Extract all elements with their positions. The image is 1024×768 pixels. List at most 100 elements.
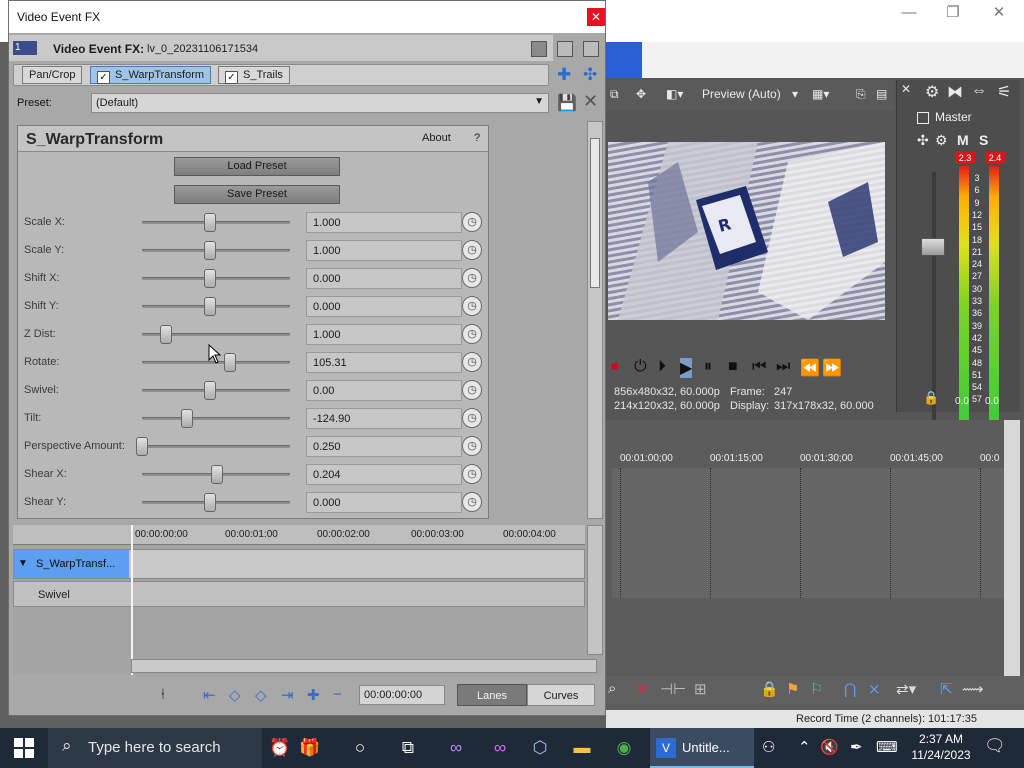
first-keyframe-icon[interactable]: ⇤ [203, 686, 216, 704]
region-icon[interactable]: ⚐ [810, 680, 823, 698]
search-icon[interactable]: ⌕ [608, 680, 616, 697]
close-button[interactable]: ✕ [976, 2, 1022, 24]
notification-icon[interactable]: 🗨 [984, 736, 1006, 756]
pen-icon[interactable]: ✒ [850, 738, 863, 756]
timeline-ruler[interactable]: 00:01:00;00 00:01:15;00 00:01:30;00 00:0… [612, 450, 1004, 468]
param-slider-knob[interactable] [204, 381, 216, 400]
prev-keyframe-icon[interactable]: ◇ [229, 686, 241, 704]
param-slider-knob[interactable] [180, 409, 193, 428]
edit-tool-icon[interactable]: ⇱ [940, 680, 953, 698]
param-value-field[interactable]: -124.90 [306, 408, 462, 429]
keyframe-ruler[interactable]: 00:00:00:00 00:00:01:00 00:00:02:00 00:0… [13, 525, 585, 545]
param-slider-track[interactable] [142, 305, 290, 308]
param-slider-knob[interactable] [204, 493, 216, 512]
keyboard-icon[interactable]: ⌨ [876, 738, 898, 756]
play-icon[interactable]: ▶ [680, 358, 693, 378]
param-slider-track[interactable] [142, 389, 290, 392]
animate-toggle-icon[interactable]: ◷ [462, 324, 482, 344]
start-button[interactable] [14, 738, 34, 758]
param-value-field[interactable]: 0.250 [306, 436, 462, 457]
marker-icon[interactable]: ⚑ [786, 680, 799, 698]
infinity-app-2-icon[interactable]: ∞ [488, 736, 512, 760]
last-keyframe-icon[interactable]: ⇥ [281, 686, 294, 704]
param-value-field[interactable]: 0.00 [306, 380, 462, 401]
chain-item-trails[interactable]: ✓ S_Trails [218, 66, 290, 84]
animate-toggle-icon[interactable]: ◷ [462, 212, 482, 232]
narrow-icon[interactable]: ⧓ [947, 82, 963, 102]
animate-toggle-icon[interactable]: ◷ [462, 380, 482, 400]
param-value-field[interactable]: 0.000 [306, 296, 462, 317]
taskbar-active-app[interactable]: V Untitle... [650, 728, 754, 768]
next-keyframe-icon[interactable]: ◇ [255, 686, 267, 704]
mixer-square-icon[interactable] [917, 112, 929, 124]
enable-checkbox[interactable]: ✓ [225, 71, 238, 84]
close-button[interactable]: ✕ [587, 8, 605, 26]
scrollbar-thumb[interactable] [590, 138, 600, 288]
taskbar-search[interactable]: ⌕ Type here to search [48, 728, 262, 768]
preset-select[interactable]: (Default) ▼ [91, 93, 549, 113]
go-to-end-icon[interactable]: ⏭ [776, 358, 790, 376]
fx-routing-icon[interactable]: ⚟ [997, 82, 1011, 102]
file-explorer-icon[interactable]: ▬ [570, 736, 594, 760]
volume-muted-icon[interactable]: 🔇 [820, 738, 839, 756]
view-grid-icon[interactable] [583, 41, 599, 57]
bus-fx-icon[interactable]: ✣ [917, 132, 929, 149]
play-from-start-icon[interactable]: ⏵ [658, 358, 666, 376]
param-slider-knob[interactable] [204, 241, 216, 260]
param-slider-track[interactable] [142, 417, 290, 420]
save-snapshot-icon[interactable]: ▤ [876, 87, 887, 101]
auto-crossfade-icon[interactable]: ⨯ [868, 680, 881, 698]
infinity-app-icon[interactable]: ∞ [444, 736, 468, 760]
keyframe-subtrack[interactable]: Swivel [13, 581, 585, 607]
add-keyframe-icon[interactable]: ✚ [307, 686, 320, 704]
keyframe-track-name[interactable]: ▼ S_WarpTransf... [14, 550, 129, 578]
param-value-field[interactable]: 105.31 [306, 352, 462, 373]
settings-icon[interactable]: ⚙ [925, 82, 939, 102]
delete-preset-icon[interactable]: ✕ [583, 91, 598, 112]
plugin-panel-scrollbar[interactable] [587, 121, 603, 519]
playhead-cursor[interactable] [131, 525, 133, 675]
record-icon[interactable]: ● [610, 358, 620, 376]
loop-icon[interactable]: ⏻ [634, 358, 647, 376]
pause-icon[interactable]: ⏸ [704, 358, 712, 376]
people-icon[interactable]: ⚇ [762, 738, 775, 756]
about-button[interactable]: About [422, 132, 451, 144]
save-preset-icon[interactable]: 💾 [557, 93, 577, 113]
param-value-field[interactable]: 1.000 [306, 212, 462, 233]
preview-split-icon[interactable]: ⧉ [610, 87, 619, 102]
lock-events-icon[interactable]: 🔒 [760, 680, 779, 698]
keyframe-time-field[interactable]: 00:00:00:00 [359, 685, 445, 705]
master-fader[interactable] [921, 238, 945, 256]
preview-quality-arrow-icon[interactable]: ▾ [792, 87, 798, 101]
overlay-icon[interactable]: ◧▾ [666, 87, 683, 101]
view-compact-icon[interactable] [557, 41, 573, 57]
envelope-icon[interactable]: ⟿ [962, 680, 984, 698]
go-to-start-icon[interactable]: ⏮ [752, 358, 766, 376]
fx-settings-icon[interactable]: ⚙ [935, 132, 948, 149]
param-value-field[interactable]: 1.000 [306, 324, 462, 345]
solo-button[interactable]: S [979, 132, 988, 148]
keyframe-track[interactable]: ▼ S_WarpTransf... [13, 549, 585, 579]
lock-icon[interactable]: 🔒 [923, 390, 939, 406]
animate-toggle-icon[interactable]: ◷ [462, 492, 482, 512]
expand-icon[interactable]: ⇔ [971, 82, 987, 100]
stop-icon[interactable]: ■ [728, 358, 738, 376]
collapse-icon[interactable]: ▼ [18, 558, 28, 569]
curves-button[interactable]: Curves [527, 684, 595, 706]
cortana-icon[interactable]: ○ [348, 736, 372, 760]
remove-plugin-icon[interactable]: ✣ [583, 65, 597, 85]
view-list-icon[interactable] [531, 41, 547, 57]
keyframe-vertical-scrollbar[interactable] [587, 525, 603, 655]
param-value-field[interactable]: 1.000 [306, 240, 462, 261]
trim-icon[interactable]: ⊣⊢ [660, 680, 686, 698]
keyframe-horizontal-scrollbar[interactable] [131, 659, 597, 673]
save-preset-button[interactable]: Save Preset [174, 185, 340, 204]
animate-toggle-icon[interactable]: ◷ [462, 408, 482, 428]
param-value-field[interactable]: 0.000 [306, 268, 462, 289]
chain-item-warp-transform[interactable]: ✓ S_WarpTransform [90, 66, 212, 84]
mute-button[interactable]: M [957, 132, 969, 148]
help-button[interactable]: ? [474, 132, 480, 144]
animate-toggle-icon[interactable]: ◷ [462, 296, 482, 316]
alarm-clock-icon[interactable]: ⏰ [268, 736, 292, 760]
prev-frame-icon[interactable]: ⏪ [800, 358, 820, 378]
